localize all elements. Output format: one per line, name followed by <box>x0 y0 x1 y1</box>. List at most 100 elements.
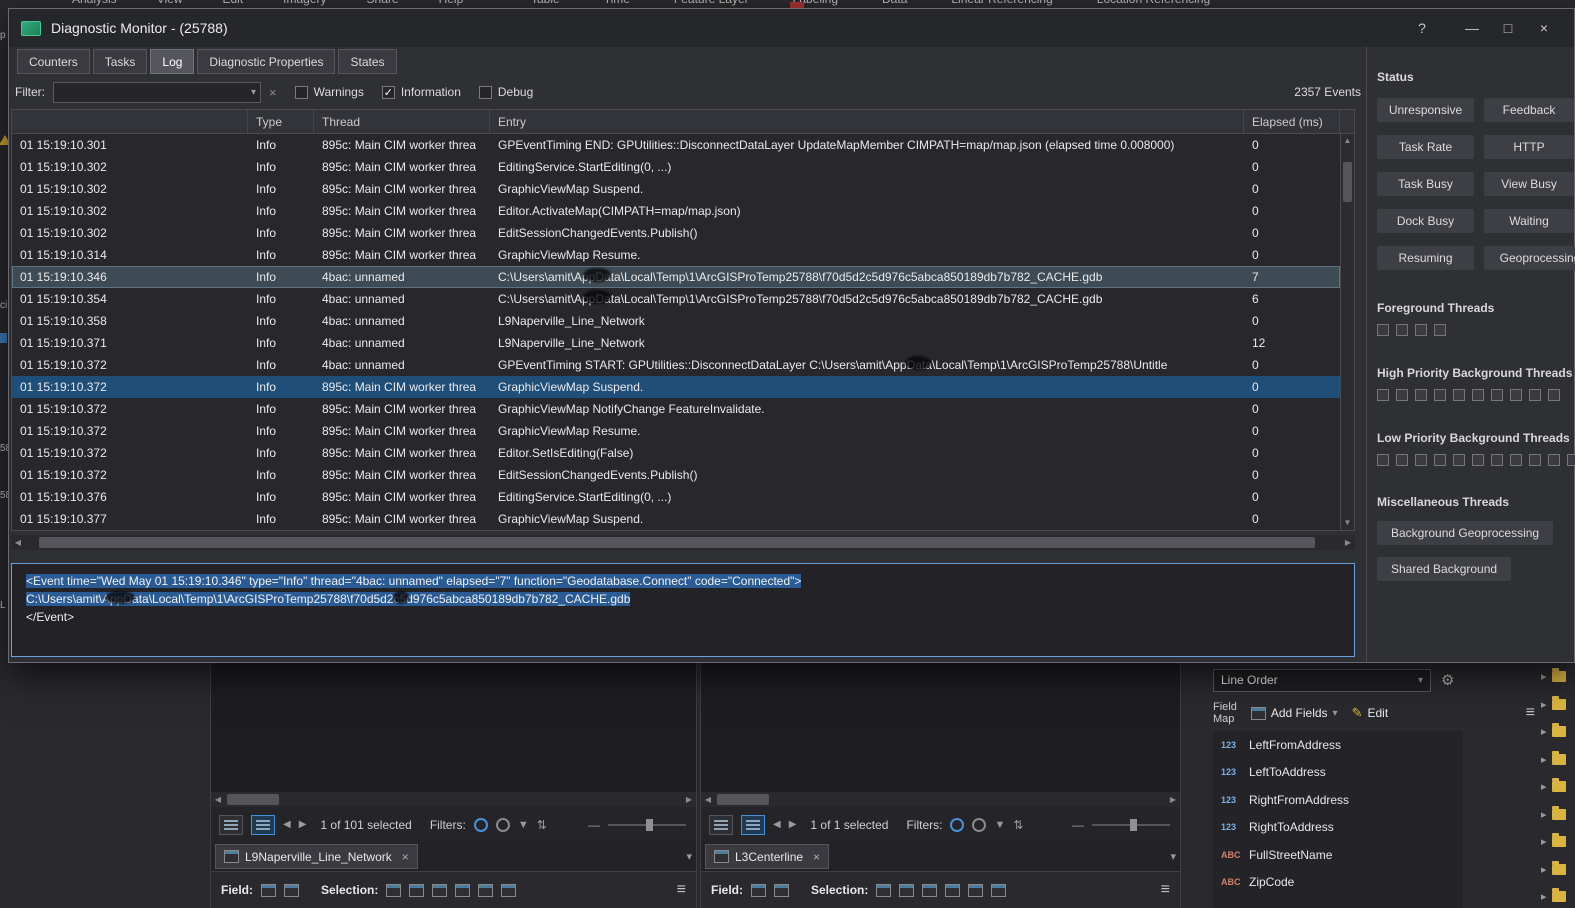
show-selected-records-icon[interactable] <box>741 814 765 835</box>
clear-selection-icon[interactable] <box>455 883 471 897</box>
ribbon-tab[interactable]: Linear Referencing <box>951 0 1052 6</box>
dialog-titlebar[interactable]: Diagnostic Monitor - (25788) ? — □ × <box>9 9 1574 47</box>
ribbon-tab[interactable]: Imagery <box>283 0 326 6</box>
add-field-icon[interactable] <box>751 883 766 897</box>
clear-selection-icon[interactable] <box>945 883 961 897</box>
log-row[interactable]: 01 15:19:10.301 Info 895c: Main CIM worker… <box>12 134 1340 156</box>
status-button[interactable]: Waiting <box>1484 209 1574 233</box>
status-button[interactable]: Resuming <box>1377 246 1474 270</box>
tab-tasks[interactable]: Tasks <box>92 49 148 74</box>
filter-combobox[interactable]: ▾ <box>53 81 261 103</box>
layer-item[interactable]: ▸ <box>1541 801 1575 829</box>
log-row[interactable]: 01 15:19:10.372 Info 895c: Main CIM worker… <box>12 420 1340 442</box>
log-row[interactable]: 01 15:19:10.371 Info 4bac: unnamed L9Naperv… <box>12 332 1340 354</box>
clear-filter-icon[interactable]: × <box>269 85 277 100</box>
scroll-left-icon[interactable]: ◀ <box>211 795 225 804</box>
status-button[interactable]: Feedback <box>1484 98 1574 122</box>
scroll-right-icon[interactable]: ▶ <box>682 795 696 804</box>
log-row[interactable]: 01 15:19:10.302 Info 895c: Main CIM worker… <box>12 222 1340 244</box>
zoom-to-selection-icon[interactable] <box>409 883 425 897</box>
log-row[interactable]: 01 15:19:10.314 Info 895c: Main CIM worker… <box>12 244 1340 266</box>
close-icon[interactable]: × <box>402 850 409 864</box>
layer-item[interactable]: ▸ <box>1541 746 1575 774</box>
ribbon-tab[interactable]: Location Referencing <box>1097 0 1210 6</box>
field-row[interactable]: ABC ZipCode <box>1213 869 1463 897</box>
chevron-down-icon[interactable]: ▾ <box>1170 850 1176 863</box>
information-checkbox-group[interactable]: Information <box>381 85 461 99</box>
status-button[interactable]: Shared Background <box>1377 557 1512 581</box>
log-row[interactable]: 01 15:19:10.372 Info 895c: Main CIM worker… <box>12 442 1340 464</box>
scroll-right-icon[interactable]: ▶ <box>1341 538 1355 547</box>
chevron-down-icon[interactable]: ▾ <box>251 87 256 98</box>
edit-button[interactable]: ✎ Edit <box>1352 705 1389 721</box>
layer-item[interactable]: ▸ <box>1541 883 1575 908</box>
filter-icon[interactable]: ▼ <box>994 819 1005 831</box>
last-record-icon[interactable]: ▶ <box>299 819 307 830</box>
maximize-button[interactable]: □ <box>1490 13 1526 43</box>
tab-log[interactable]: Log <box>150 49 195 74</box>
chevron-down-icon[interactable]: ▾ <box>686 850 692 863</box>
log-row[interactable]: 01 15:19:10.302 Info 895c: Main CIM worker… <box>12 200 1340 222</box>
row-height-slider[interactable] <box>608 818 686 831</box>
scroll-down-icon[interactable]: ▼ <box>1341 516 1354 530</box>
debug-checkbox[interactable] <box>478 85 492 99</box>
horizontal-scrollbar[interactable]: ◀ ▶ <box>211 792 696 807</box>
add-field-icon[interactable] <box>261 883 276 897</box>
table-tab[interactable]: L9Naperville_Line_Network × <box>215 844 418 869</box>
scroll-right-icon[interactable]: ▶ <box>1166 795 1180 804</box>
help-button[interactable]: ? <box>1404 13 1440 43</box>
sort-icon[interactable]: ⇅ <box>537 818 547 832</box>
time-filter-icon[interactable] <box>950 817 965 832</box>
status-button[interactable]: Task Rate <box>1377 135 1474 159</box>
log-row[interactable]: 01 15:19:10.372 Info 895c: Main CIM worker… <box>12 464 1340 486</box>
log-row[interactable]: 01 15:19:10.372 Info 895c: Main CIM worker… <box>12 398 1340 420</box>
zoom-to-selection-icon[interactable] <box>899 883 915 897</box>
status-button[interactable]: Background Geoprocessing <box>1377 521 1554 545</box>
event-detail-box[interactable]: <Event time="Wed May 01 15:19:10.346" ty… <box>11 563 1355 657</box>
log-row[interactable]: 01 15:19:10.346 Info 4bac: unnamed C:\Users… <box>12 266 1340 288</box>
status-button[interactable]: Task Busy <box>1377 172 1474 196</box>
ribbon-tab[interactable]: Analysis <box>72 0 117 6</box>
close-icon[interactable]: × <box>813 850 820 864</box>
scroll-left-icon[interactable]: ◀ <box>11 538 25 547</box>
slider-thumb[interactable] <box>1130 818 1137 831</box>
scroll-up-icon[interactable]: ▲ <box>1341 134 1354 148</box>
time-filter-icon[interactable] <box>473 817 488 832</box>
status-button[interactable]: View Busy <box>1484 172 1574 196</box>
table-tab[interactable]: L3Centerline × <box>705 844 830 869</box>
minimize-button[interactable]: — <box>1454 13 1490 43</box>
close-button[interactable]: × <box>1526 13 1562 43</box>
ribbon-tab[interactable]: Table <box>531 0 560 6</box>
scrollbar-thumb[interactable] <box>39 537 1315 548</box>
calculate-field-icon[interactable] <box>284 883 299 897</box>
show-all-records-icon[interactable] <box>709 814 733 835</box>
log-row[interactable]: 01 15:19:10.354 Info 4bac: unnamed C:\Users… <box>12 288 1340 310</box>
horizontal-scrollbar[interactable]: ◀ ▶ <box>701 792 1180 807</box>
select-by-attributes-icon[interactable] <box>876 883 892 897</box>
log-row[interactable]: 01 15:19:10.372 Info 895c: Main CIM worker… <box>12 376 1340 398</box>
log-row[interactable]: 01 15:19:10.372 Info 4bac: unnamed GPEventT… <box>12 354 1340 376</box>
ribbon-tab[interactable]: Data <box>882 0 907 6</box>
column-elapsed[interactable]: Elapsed (ms) <box>1244 110 1340 133</box>
information-checkbox[interactable] <box>381 85 395 99</box>
scrollbar-thumb[interactable] <box>1343 162 1352 202</box>
menu-icon[interactable]: ≡ <box>1526 704 1535 722</box>
warnings-checkbox[interactable] <box>294 85 308 99</box>
show-selected-records-icon[interactable] <box>251 814 275 835</box>
ribbon-tab[interactable]: Feature Layer <box>674 0 749 6</box>
copy-selection-icon[interactable] <box>501 883 517 897</box>
column-time[interactable] <box>12 110 248 133</box>
layer-item[interactable]: ▸ <box>1541 691 1575 719</box>
status-button[interactable]: HTTP <box>1484 135 1574 159</box>
ribbon-tab[interactable]: View <box>157 0 183 6</box>
log-row[interactable]: 01 15:19:10.302 Info 895c: Main CIM worker… <box>12 178 1340 200</box>
field-row[interactable]: ABC FullStreetName <box>1213 841 1463 869</box>
zoom-out-icon[interactable]: — <box>1072 818 1084 832</box>
tab-counters[interactable]: Counters <box>17 49 90 74</box>
status-button[interactable]: Unresponsive <box>1377 98 1474 122</box>
calculate-field-icon[interactable] <box>774 883 789 897</box>
zoom-out-icon[interactable]: — <box>588 818 600 832</box>
ribbon-tab[interactable]: Edit <box>222 0 243 6</box>
delete-selection-icon[interactable] <box>478 883 494 897</box>
field-row[interactable]: 123 RightFromAddress <box>1213 786 1463 814</box>
